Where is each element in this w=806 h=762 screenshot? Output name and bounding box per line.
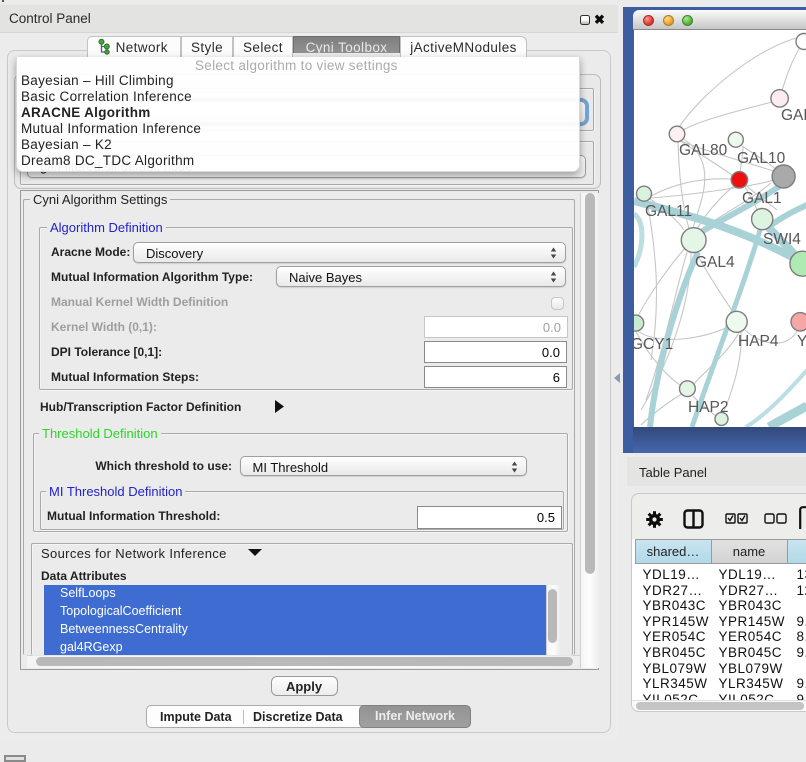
svg-text:HAP4: HAP4 (738, 333, 779, 350)
svg-text:GCY1: GCY1 (634, 336, 673, 353)
svg-text:GAL: GAL (781, 107, 806, 124)
svg-text:GAL1: GAL1 (742, 190, 782, 207)
svg-text:GAL10: GAL10 (737, 150, 786, 167)
svg-text:GAL80: GAL80 (679, 142, 728, 159)
svg-text:GAL11: GAL11 (645, 203, 692, 220)
svg-text:Y: Y (797, 333, 806, 350)
svg-text:HAP2: HAP2 (688, 399, 729, 416)
svg-text:SWI4: SWI4 (763, 231, 801, 248)
svg-text:GAL4: GAL4 (695, 254, 735, 271)
